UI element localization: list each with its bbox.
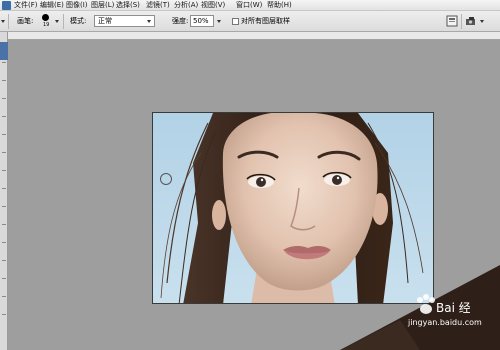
toolbox-tick <box>2 242 6 243</box>
menu-layer[interactable]: 图层(L) <box>91 1 114 10</box>
watermark-brand: Bai 经验 <box>436 300 470 315</box>
menu-window[interactable]: 窗口(W) <box>236 1 262 10</box>
toolbox-tick <box>2 170 6 171</box>
menu-select[interactable]: 选择(S) <box>116 1 140 10</box>
menu-help[interactable]: 帮助(H) <box>267 1 292 10</box>
toolbox-tick <box>2 260 6 261</box>
toolbox-tick <box>2 62 6 63</box>
tool-preset-arrow-icon[interactable] <box>1 20 5 23</box>
chevron-down-icon <box>147 20 151 23</box>
strength-slider-arrow-icon[interactable] <box>217 20 221 23</box>
options-bar: 画笔: 19 模式: 正常 强度: 50% 对所有图层取样 <box>0 11 500 32</box>
strength-label: 强度: <box>172 17 189 25</box>
mode-label: 模式: <box>70 17 87 25</box>
mode-value: 正常 <box>98 17 112 25</box>
brush-picker-arrow-icon[interactable] <box>55 20 59 23</box>
menu-analysis[interactable]: 分析(A) <box>174 1 198 10</box>
palette-well-icon[interactable] <box>446 15 459 27</box>
menu-image[interactable]: 图像(I) <box>66 1 88 10</box>
toolbox-tick <box>2 224 6 225</box>
toolbox-strip <box>0 32 8 350</box>
workspace-icon[interactable] <box>465 15 478 27</box>
strength-input[interactable]: 50% <box>190 15 214 27</box>
mode-select[interactable]: 正常 <box>94 15 155 27</box>
toolbox-tick <box>2 206 6 207</box>
toolbox-tick <box>2 80 6 81</box>
brush-cursor-icon <box>160 173 172 185</box>
toolbox-tick <box>2 152 6 153</box>
toolbox-header <box>0 42 8 60</box>
baidu-paw-logo-icon: Bai 经验 <box>417 294 470 315</box>
menu-edit[interactable]: 编辑(E) <box>40 1 64 10</box>
brush-size: 19 <box>43 22 50 28</box>
app-logo-icon <box>2 1 11 10</box>
menu-file[interactable]: 文件(F) <box>14 1 38 10</box>
toolbox-tick <box>2 296 6 297</box>
menu-view[interactable]: 视图(V) <box>201 1 225 10</box>
separator <box>461 14 462 29</box>
menu-bar: 文件(F) 编辑(E) 图像(I) 图层(L) 选择(S) 滤镜(T) 分析(A… <box>0 0 500 11</box>
menu-filter[interactable]: 滤镜(T) <box>146 1 170 10</box>
brush-preview-icon[interactable] <box>42 14 49 21</box>
all-layers-checkbox[interactable] <box>232 18 239 25</box>
toolbox-tick <box>2 134 6 135</box>
toolbox-tick <box>2 98 6 99</box>
toolbox-tick <box>2 314 6 315</box>
toolbox-tick <box>2 116 6 117</box>
watermark-url: jingyan.baidu.com <box>408 318 482 327</box>
strength-value: 50% <box>193 17 209 25</box>
separator <box>8 14 9 29</box>
toolbox-tick <box>2 278 6 279</box>
horizontal-ruler <box>8 32 500 40</box>
brush-label: 画笔: <box>17 17 34 25</box>
all-layers-label: 对所有图层取样 <box>241 17 290 25</box>
separator <box>63 14 64 29</box>
workspace-arrow-icon[interactable] <box>480 20 484 23</box>
toolbox-tick <box>2 188 6 189</box>
